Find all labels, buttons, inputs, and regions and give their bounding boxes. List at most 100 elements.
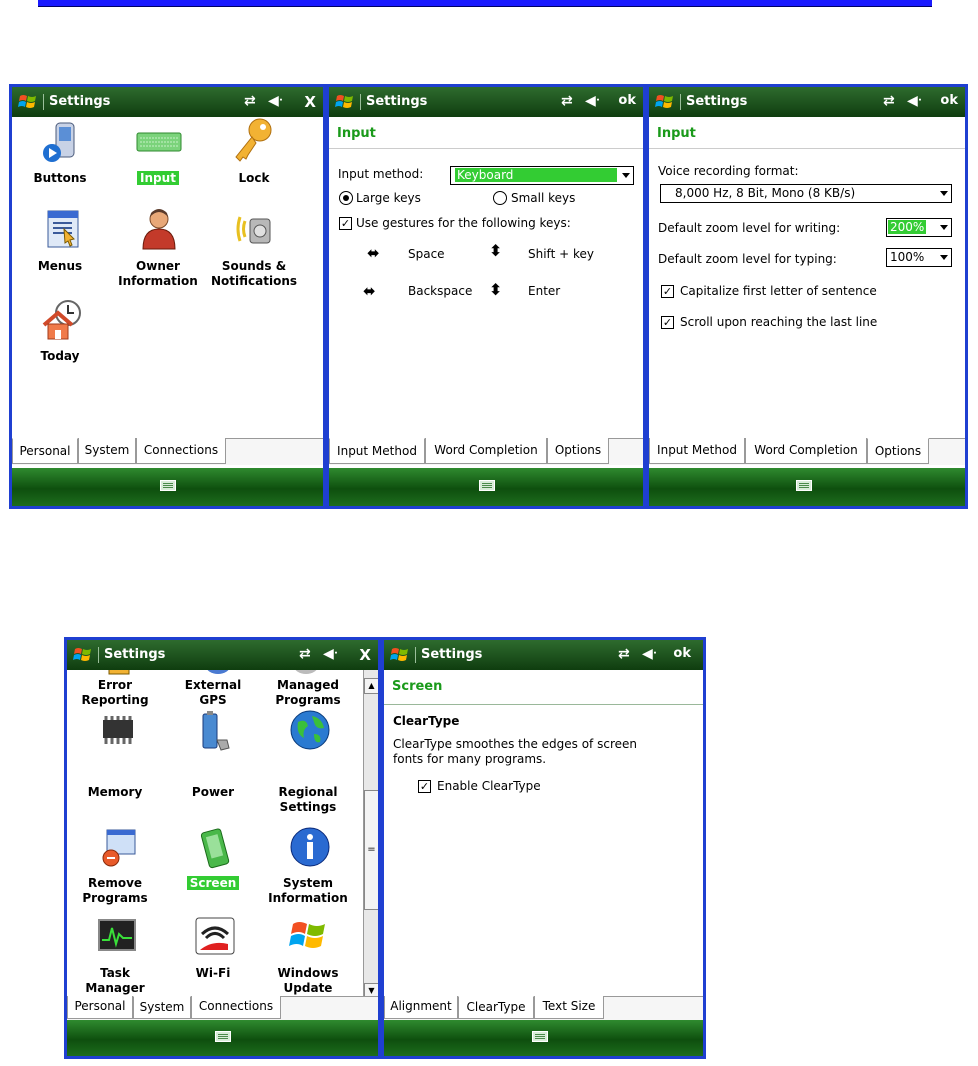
tab-text-size[interactable]: Text Size <box>534 996 604 1019</box>
title-bar: Settings ⇄ ◀︎ᐧ ok <box>329 87 643 117</box>
scroll-thumb[interactable]: = <box>364 790 378 910</box>
buttons-icon <box>43 122 75 162</box>
tab-input-method[interactable]: Input Method <box>329 438 425 464</box>
small-keys-radio[interactable] <box>493 191 507 205</box>
keyboard-icon[interactable] <box>479 480 495 491</box>
tab-bar: Input Method Word Completion Options <box>649 438 965 465</box>
title-bar: Settings ⇄ ◀︎ᐧ X <box>67 640 378 670</box>
owner-label: Owner Information <box>118 259 198 288</box>
tab-options[interactable]: Options <box>867 438 929 464</box>
system-information-label: System Information <box>268 876 348 905</box>
volume-icon[interactable]: ◀︎ᐧ <box>585 93 600 109</box>
tab-alignment[interactable]: Alignment <box>384 996 458 1019</box>
tab-system[interactable]: System <box>133 996 191 1019</box>
ok-button[interactable]: ok <box>673 646 691 661</box>
today-label: Today <box>40 349 80 363</box>
zoom-typing-select[interactable]: 100% <box>886 248 952 267</box>
zoom-writing-select[interactable]: 200% <box>886 218 952 237</box>
tab-options[interactable]: Options <box>547 438 609 464</box>
shift-gesture-label: Shift + key <box>528 247 594 261</box>
title-text: Settings <box>421 647 483 662</box>
large-keys-radio[interactable] <box>339 191 353 205</box>
tab-personal[interactable]: Personal <box>12 438 78 464</box>
small-keys-label: Small keys <box>511 191 576 205</box>
memory-chip-icon <box>103 716 133 744</box>
title-separator <box>43 94 44 110</box>
capitalize-label: Capitalize first letter of sentence <box>680 284 877 298</box>
tab-personal[interactable]: Personal <box>67 996 133 1019</box>
volume-icon[interactable]: ◀︎ᐧ <box>642 646 657 662</box>
title-bar: Settings ⇄ ◀︎ᐧ ok <box>649 87 965 117</box>
enable-cleartype-checkbox[interactable]: ✓ <box>418 780 431 793</box>
title-bar: Settings ⇄ ◀︎ᐧ ok <box>384 640 703 670</box>
cleartype-description-line1: ClearType smoothes the edges of screen <box>393 737 637 751</box>
input-method-select[interactable]: Keyboard <box>450 166 634 185</box>
shift-gesture-icon: ⬍ <box>489 241 503 260</box>
keyboard-icon[interactable] <box>796 480 812 491</box>
backspace-gesture-label: Backspace <box>408 284 473 298</box>
title-separator <box>98 647 99 663</box>
connectivity-icon[interactable]: ⇄ <box>883 93 895 109</box>
windows-start-icon[interactable] <box>18 92 38 112</box>
keyboard-icon[interactable] <box>215 1031 231 1042</box>
zoom-writing-label: Default zoom level for writing: <box>658 221 841 235</box>
title-text: Settings <box>686 94 748 109</box>
vertical-scrollbar[interactable]: ▲ = ▼ <box>363 670 378 1013</box>
space-gesture-label: Space <box>408 247 445 261</box>
tab-word-completion[interactable]: Word Completion <box>745 438 867 464</box>
ok-button[interactable]: ok <box>618 93 636 108</box>
windows-start-icon[interactable] <box>655 92 675 112</box>
windows-start-icon[interactable] <box>73 645 93 665</box>
tab-cleartype[interactable]: ClearType <box>458 996 534 1019</box>
page-header: Input <box>649 117 965 149</box>
scroll-label: Scroll upon reaching the last line <box>680 315 878 329</box>
gestures-checkbox[interactable]: ✓ <box>339 217 352 230</box>
keyboard-icon[interactable] <box>532 1031 548 1042</box>
space-gesture-icon: ⬌ <box>367 244 380 262</box>
tab-connections[interactable]: Connections <box>136 438 226 464</box>
capitalize-checkbox[interactable]: ✓ <box>661 285 674 298</box>
tab-connections[interactable]: Connections <box>191 996 281 1019</box>
close-button[interactable]: X <box>304 93 316 111</box>
connectivity-icon[interactable]: ⇄ <box>561 93 573 109</box>
input-options-screen: Settings ⇄ ◀︎ᐧ ok Input Voice recording … <box>646 84 968 509</box>
voice-format-select[interactable]: 8,000 Hz, 8 Bit, Mono (8 KB/s) <box>660 184 952 203</box>
connectivity-icon[interactable]: ⇄ <box>244 93 256 109</box>
tab-system[interactable]: System <box>78 438 136 464</box>
menu-bar <box>649 468 965 506</box>
task-manager-icon <box>98 919 136 951</box>
connectivity-icon[interactable]: ⇄ <box>299 646 311 662</box>
windows-start-icon[interactable] <box>335 92 355 112</box>
title-separator <box>680 94 681 110</box>
tab-input-method[interactable]: Input Method <box>649 438 745 464</box>
scroll-up-button[interactable]: ▲ <box>364 678 378 694</box>
ok-button[interactable]: ok <box>940 93 958 108</box>
keyboard-icon[interactable] <box>160 480 176 491</box>
windows-start-icon[interactable] <box>390 645 410 665</box>
sounds-icon <box>236 216 271 244</box>
volume-icon[interactable]: ◀︎ᐧ <box>268 93 283 109</box>
title-separator <box>360 94 361 110</box>
menus-icon <box>47 210 79 248</box>
external-gps-label: External GPS <box>184 678 242 707</box>
cleartype-section-title: ClearType <box>393 714 460 728</box>
task-manager-label: Task Manager <box>85 966 145 995</box>
enter-gesture-icon: ⬍ <box>489 280 503 299</box>
menu-bar <box>12 468 323 506</box>
tab-word-completion[interactable]: Word Completion <box>425 438 547 464</box>
input-method-screen: Settings ⇄ ◀︎ᐧ ok Input Input method: Ke… <box>326 84 646 509</box>
zoom-typing-label: Default zoom level for typing: <box>658 252 837 266</box>
windows-update-icon <box>289 922 325 948</box>
remove-programs-icon <box>102 829 136 867</box>
power-label: Power <box>191 785 235 799</box>
icon-grid: Error Reporting External GPS Managed Progra… <box>67 670 363 1013</box>
battery-icon <box>202 711 230 751</box>
volume-icon[interactable]: ◀︎ᐧ <box>323 646 338 662</box>
tab-bar: Personal System Connections <box>12 438 323 465</box>
connectivity-icon[interactable]: ⇄ <box>618 646 630 662</box>
voice-format-label: Voice recording format: <box>658 164 799 178</box>
close-button[interactable]: X <box>359 646 371 664</box>
volume-icon[interactable]: ◀︎ᐧ <box>907 93 922 109</box>
scroll-checkbox[interactable]: ✓ <box>661 316 674 329</box>
backspace-gesture-icon: ⬌ <box>363 282 376 300</box>
